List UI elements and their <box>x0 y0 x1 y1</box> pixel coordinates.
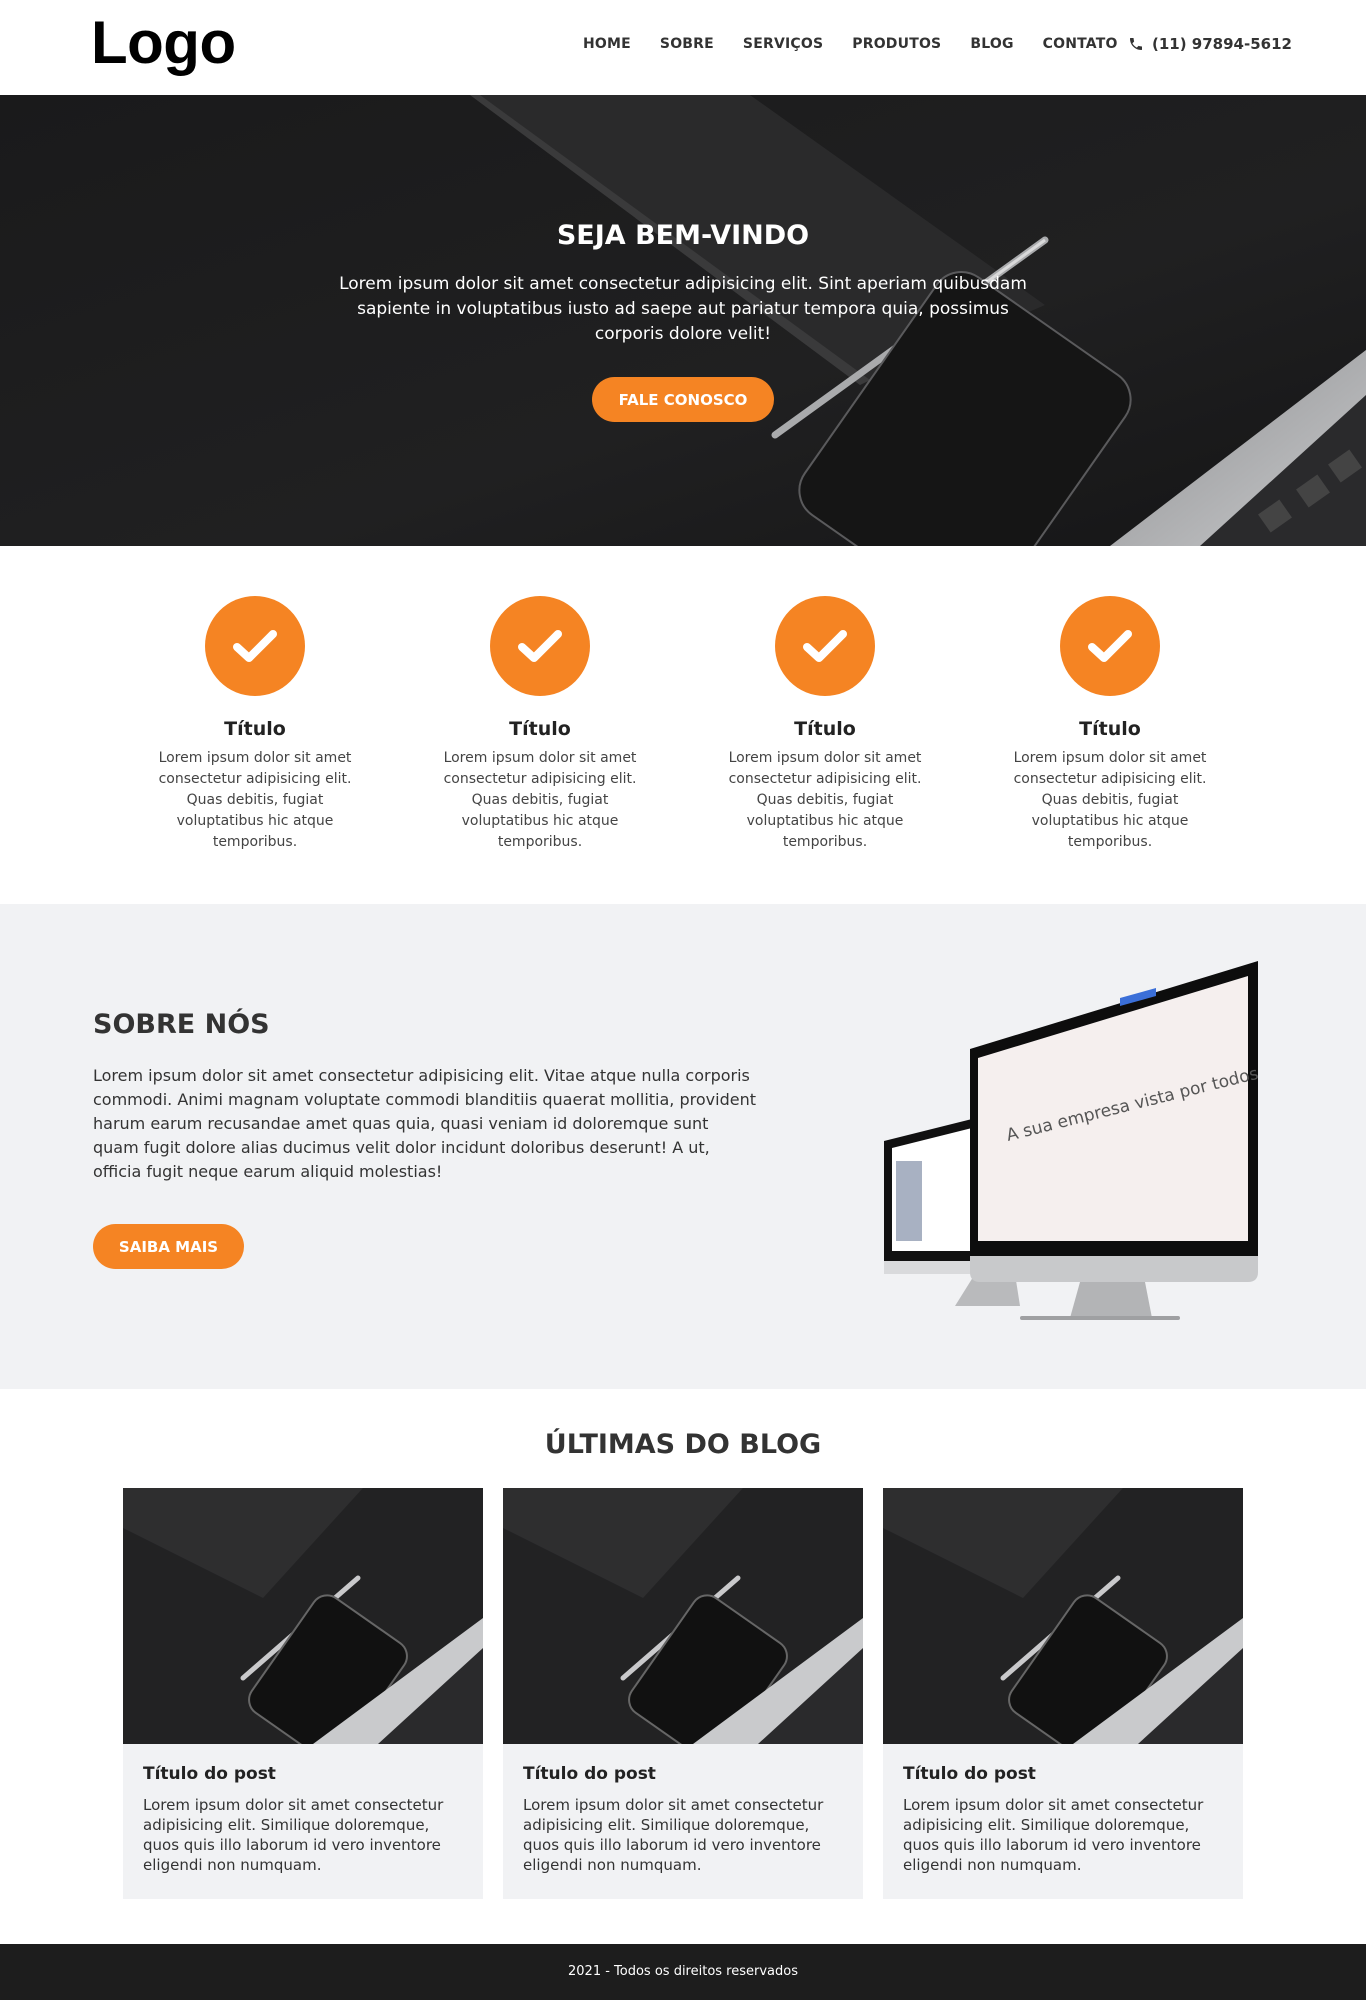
post-excerpt: Lorem ipsum dolor sit amet consectetur a… <box>903 1796 1204 1874</box>
feature-card: Título Lorem ipsum dolor sit amet consec… <box>715 596 935 853</box>
nav-produtos[interactable]: PRODUTOS <box>852 36 941 52</box>
blog-section: ÚLTIMAS DO BLOG Título do post Lorem ips… <box>0 1389 1366 1944</box>
feature-title: Título <box>794 718 856 740</box>
nav-servicos[interactable]: SERVIÇOS <box>743 36 823 52</box>
phone-link[interactable]: (11) 97894-5612 <box>1128 35 1292 53</box>
nav-sobre[interactable]: SOBRE <box>660 36 714 52</box>
feature-text: Lorem ipsum dolor sit amet consectetur a… <box>1013 750 1207 850</box>
blog-post-card[interactable]: Título do post Lorem ipsum dolor sit ame… <box>503 1488 863 1899</box>
blog-post-image <box>123 1488 483 1744</box>
hero-title: SEJA BEM-VINDO <box>556 220 810 251</box>
feature-card: Título Lorem ipsum dolor sit amet consec… <box>145 596 365 853</box>
post-title[interactable]: Título do post <box>903 1764 1036 1784</box>
site-footer: 2021 - Todos os direitos reservados <box>0 1944 1366 2000</box>
feature-title: Título <box>224 718 286 740</box>
features-section: Título Lorem ipsum dolor sit amet consec… <box>0 546 1366 904</box>
blog-title: ÚLTIMAS DO BLOG <box>544 1429 822 1460</box>
check-icon <box>775 596 875 696</box>
logo[interactable]: Logo <box>91 8 236 77</box>
post-title[interactable]: Título do post <box>523 1764 656 1784</box>
check-icon <box>490 596 590 696</box>
blog-post-card[interactable]: Título do post Lorem ipsum dolor sit ame… <box>883 1488 1243 1899</box>
learn-more-button[interactable]: SAIBA MAIS <box>93 1224 244 1269</box>
phone-number: (11) 97894-5612 <box>1152 35 1292 53</box>
post-title[interactable]: Título do post <box>143 1764 276 1784</box>
post-excerpt: Lorem ipsum dolor sit amet consectetur a… <box>523 1796 824 1874</box>
feature-text: Lorem ipsum dolor sit amet consectetur a… <box>443 750 637 850</box>
feature-title: Título <box>1079 718 1141 740</box>
blog-post-card[interactable]: Título do post Lorem ipsum dolor sit ame… <box>123 1488 483 1899</box>
check-icon <box>205 596 305 696</box>
about-section: SOBRE NÓS Lorem ipsum dolor sit amet con… <box>0 904 1366 1389</box>
hero-section: SEJA BEM-VINDO Lorem ipsum dolor sit ame… <box>0 95 1366 546</box>
feature-title: Título <box>509 718 571 740</box>
post-excerpt: Lorem ipsum dolor sit amet consectetur a… <box>143 1796 444 1874</box>
feature-card: Título Lorem ipsum dolor sit amet consec… <box>1000 596 1220 853</box>
devices-mockup-image: A sua empresa vista por todos <box>884 961 1260 1320</box>
feature-card: Título Lorem ipsum dolor sit amet consec… <box>430 596 650 853</box>
about-text: Lorem ipsum dolor sit amet consectetur a… <box>93 1066 756 1181</box>
blog-post-image <box>883 1488 1243 1744</box>
main-nav: HOME SOBRE SERVIÇOS PRODUTOS BLOG CONTAT… <box>583 36 1147 52</box>
hero-text: Lorem ipsum dolor sit amet consectetur a… <box>339 274 1027 344</box>
nav-contato[interactable]: CONTATO <box>1043 36 1118 52</box>
feature-text: Lorem ipsum dolor sit amet consectetur a… <box>728 750 922 850</box>
site-header: Logo HOME SOBRE SERVIÇOS PRODUTOS BLOG C… <box>0 0 1366 95</box>
contact-button[interactable]: FALE CONOSCO <box>592 377 774 422</box>
blog-post-image <box>503 1488 863 1744</box>
nav-blog[interactable]: BLOG <box>970 36 1013 52</box>
phone-icon <box>1130 38 1142 50</box>
nav-home[interactable]: HOME <box>583 36 631 52</box>
check-icon <box>1060 596 1160 696</box>
about-title: SOBRE NÓS <box>93 1009 270 1040</box>
copyright-text: 2021 - Todos os direitos reservados <box>568 1964 798 1979</box>
feature-text: Lorem ipsum dolor sit amet consectetur a… <box>158 750 352 850</box>
